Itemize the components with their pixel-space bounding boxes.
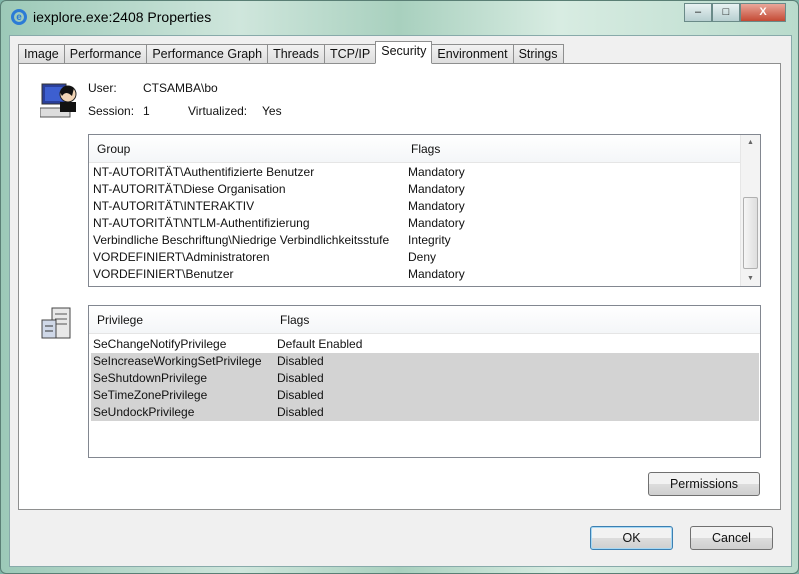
cancel-button[interactable]: Cancel bbox=[690, 526, 773, 550]
row-name: NT-AUTORITÄT\NTLM-Authentifizierung bbox=[93, 216, 310, 230]
user-label: User: bbox=[88, 81, 117, 95]
virtualized-label: Virtualized: bbox=[188, 104, 248, 118]
row-flags: Disabled bbox=[277, 371, 324, 385]
tab-tcpip[interactable]: TCP/IP bbox=[323, 44, 377, 64]
row-flags: Mandatory bbox=[408, 216, 465, 230]
table-row[interactable]: SeChangeNotifyPrivilege Default Enabled bbox=[91, 336, 759, 353]
user-value: CTSAMBA\bo bbox=[143, 81, 218, 95]
maximize-button[interactable]: □ bbox=[712, 3, 740, 22]
row-flags: Disabled bbox=[277, 388, 324, 402]
row-flags: Mandatory bbox=[408, 182, 465, 196]
privileges-list[interactable]: Privilege Flags SeChangeNotifyPrivilege D… bbox=[88, 305, 761, 458]
tab-security[interactable]: Security bbox=[375, 41, 433, 64]
table-row[interactable]: SeUndockPrivilege Disabled bbox=[91, 404, 759, 421]
row-name: NT-AUTORITÄT\INTERAKTIV bbox=[93, 199, 255, 213]
tab-image[interactable]: Image bbox=[18, 44, 65, 64]
virtualized-value: Yes bbox=[262, 104, 282, 118]
row-flags: Mandatory bbox=[408, 267, 465, 281]
window-title: iexplore.exe:2408 Properties bbox=[33, 9, 212, 25]
session-value: 1 bbox=[143, 104, 150, 118]
column-header-flags[interactable]: Flags bbox=[280, 313, 309, 327]
privileges-list-header: Privilege Flags bbox=[89, 306, 760, 334]
row-flags: Mandatory bbox=[408, 165, 465, 179]
table-row[interactable]: NT-AUTORITÄT\INTERAKTIV Mandatory bbox=[91, 198, 738, 215]
column-header-group[interactable]: Group bbox=[97, 142, 130, 156]
ok-button[interactable]: OK bbox=[590, 526, 673, 550]
table-row[interactable]: NT-AUTORITÄT\NTLM-Authentifizierung Manda… bbox=[91, 215, 738, 232]
table-row[interactable]: Verbindliche Beschriftung\Niedrige Verbi… bbox=[91, 232, 738, 249]
row-name: SeChangeNotifyPrivilege bbox=[93, 337, 227, 351]
row-name: SeUndockPrivilege bbox=[93, 405, 195, 419]
row-name: NT-AUTORITÄT\Authentifizierte Benutzer bbox=[93, 165, 315, 179]
row-flags: Integrity bbox=[408, 233, 451, 247]
row-name: Verbindliche Beschriftung\Niedrige Verbi… bbox=[93, 233, 390, 247]
groups-list-header: Group Flags bbox=[89, 135, 760, 163]
row-flags: Mandatory bbox=[408, 199, 465, 213]
row-flags: Deny bbox=[408, 250, 437, 264]
user-computer-icon bbox=[40, 83, 77, 118]
row-name: VORDEFINIERT\Benutzer bbox=[93, 267, 234, 281]
scroll-down-arrow-icon[interactable]: ▼ bbox=[747, 275, 754, 282]
groups-list[interactable]: Group Flags NT-AUTORITÄT\Authentifiziert… bbox=[88, 134, 761, 287]
table-row[interactable]: SeIncreaseWorkingSetPrivilege Disabled bbox=[91, 353, 759, 370]
row-flags: Default Enabled bbox=[277, 337, 363, 351]
session-label: Session: bbox=[88, 104, 135, 118]
tab-environment[interactable]: Environment bbox=[431, 44, 514, 64]
tab-threads[interactable]: Threads bbox=[267, 44, 325, 64]
row-name: SeTimeZonePrivilege bbox=[93, 388, 208, 402]
tab-strip: Image Performance Performance Graph Thre… bbox=[18, 41, 564, 64]
internet-explorer-icon: e bbox=[11, 9, 27, 25]
column-header-flags[interactable]: Flags bbox=[411, 142, 440, 156]
row-name: SeShutdownPrivilege bbox=[93, 371, 208, 385]
row-flags: Disabled bbox=[277, 405, 324, 419]
tab-strings[interactable]: Strings bbox=[512, 44, 564, 64]
permissions-button[interactable]: Permissions bbox=[648, 472, 760, 496]
table-row[interactable]: VORDEFINIERT\Administratoren Deny bbox=[91, 249, 738, 266]
tab-performance[interactable]: Performance bbox=[63, 44, 148, 64]
table-row[interactable]: NT-AUTORITÄT\Diese Organisation Mandatory bbox=[91, 181, 738, 198]
row-flags: Disabled bbox=[277, 354, 324, 368]
tab-performance-graph[interactable]: Performance Graph bbox=[146, 44, 269, 64]
title-bar: e iexplore.exe:2408 Properties bbox=[11, 9, 211, 25]
minimize-button[interactable]: – bbox=[684, 3, 712, 22]
table-row[interactable]: SeShutdownPrivilege Disabled bbox=[91, 370, 759, 387]
scrollbar-thumb[interactable] bbox=[743, 197, 758, 269]
column-header-privilege[interactable]: Privilege bbox=[97, 313, 143, 327]
groups-scrollbar[interactable]: ▲ ▼ bbox=[740, 135, 760, 286]
row-name: SeIncreaseWorkingSetPrivilege bbox=[93, 354, 262, 368]
close-button[interactable]: X bbox=[740, 3, 786, 22]
privilege-icon bbox=[41, 307, 71, 339]
table-row[interactable]: NT-AUTORITÄT\Authentifizierte Benutzer Ma… bbox=[91, 164, 738, 181]
row-name: VORDEFINIERT\Administratoren bbox=[93, 250, 270, 264]
scroll-up-arrow-icon[interactable]: ▲ bbox=[747, 139, 754, 146]
row-name: NT-AUTORITÄT\Diese Organisation bbox=[93, 182, 286, 196]
table-row[interactable]: SeTimeZonePrivilege Disabled bbox=[91, 387, 759, 404]
table-row[interactable]: VORDEFINIERT\Benutzer Mandatory bbox=[91, 266, 738, 283]
